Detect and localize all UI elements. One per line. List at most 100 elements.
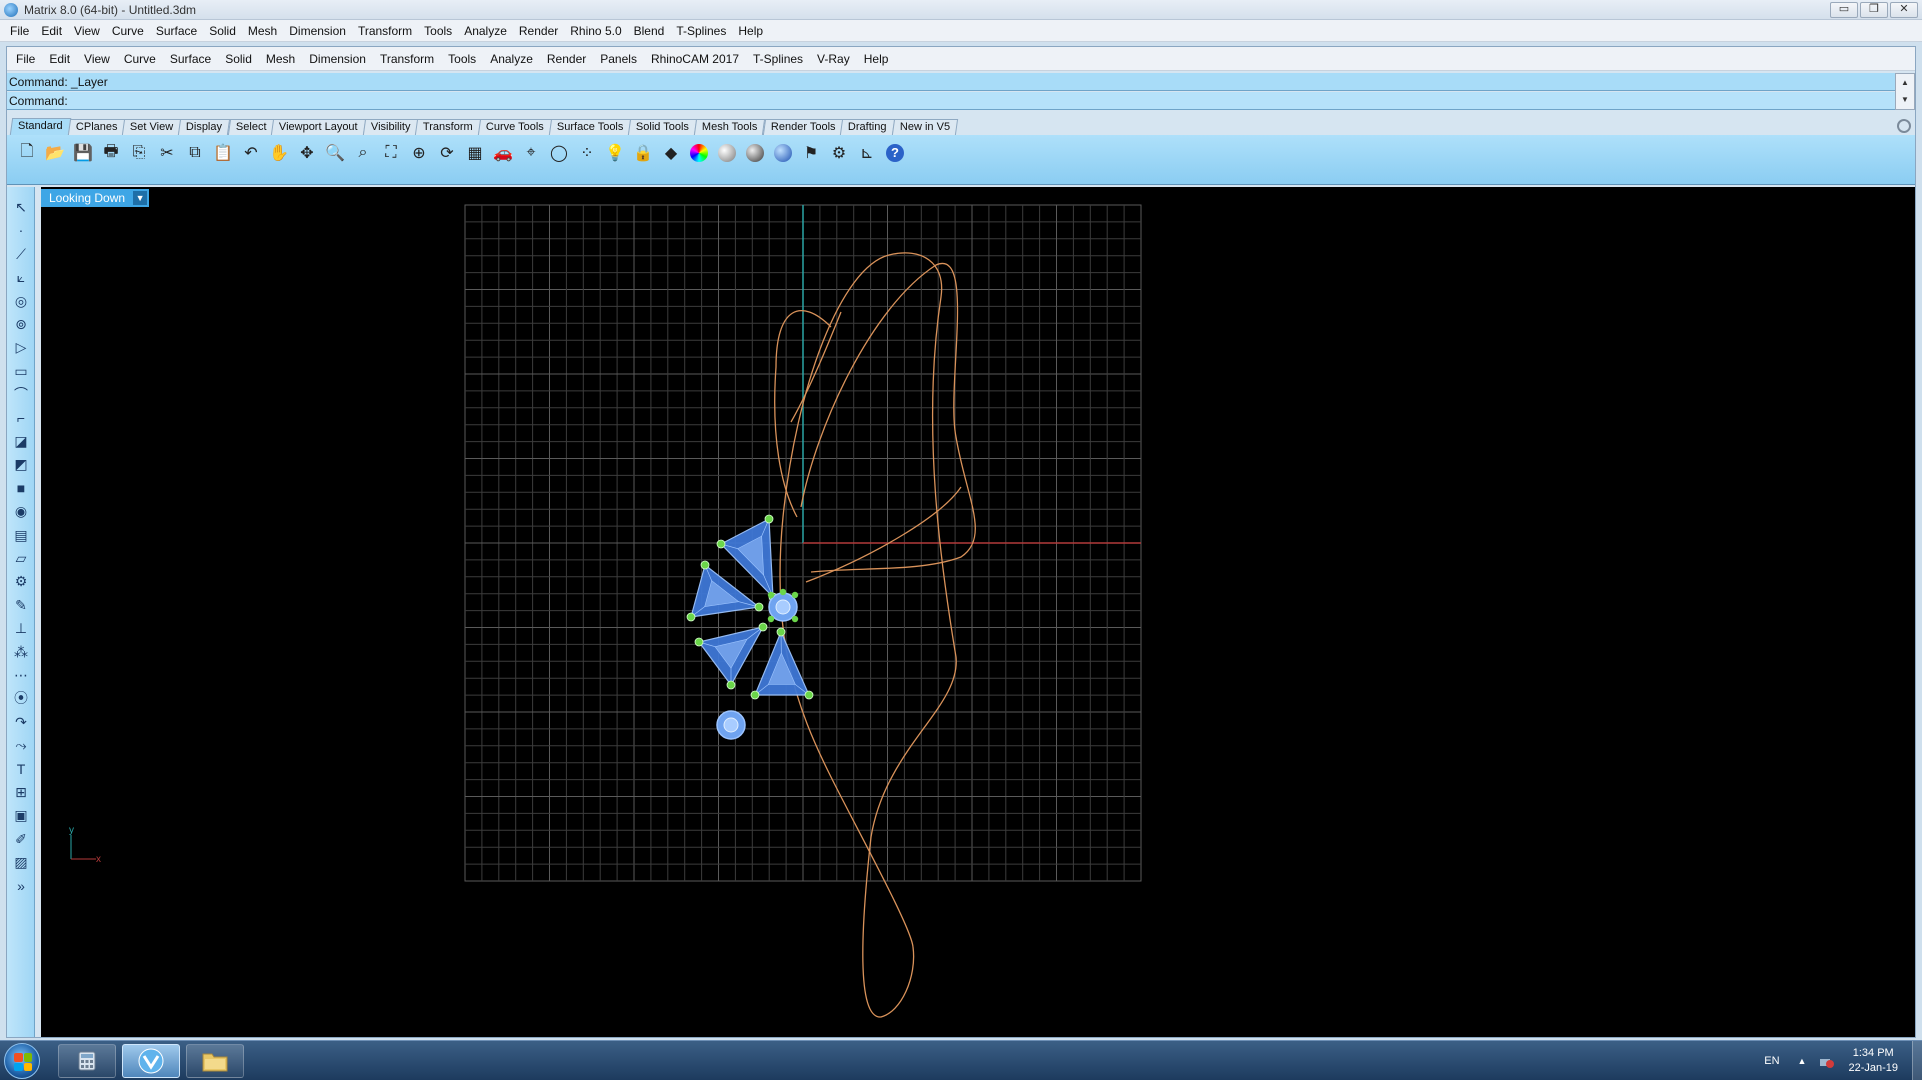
menu-blend[interactable]: Blend <box>628 20 671 42</box>
close-button[interactable]: ✕ <box>1890 2 1918 18</box>
tab-drafting[interactable]: Drafting <box>840 119 896 135</box>
tab-solid-tools[interactable]: Solid Tools <box>628 119 698 135</box>
rhino-menu-rhinocam-2017[interactable]: RhinoCAM 2017 <box>644 47 746 71</box>
menu-edit[interactable]: Edit <box>35 20 68 42</box>
tab-surface-tools[interactable]: Surface Tools <box>548 119 632 135</box>
gear-settings-icon[interactable]: ⚙ <box>827 141 851 165</box>
tab-new-in-v5[interactable]: New in V5 <box>891 119 959 135</box>
taskbar-folder[interactable] <box>186 1044 244 1078</box>
plane-icon[interactable]: ▱ <box>11 548 31 568</box>
new-file-icon[interactable]: 🗋 <box>15 141 39 165</box>
command-prompt-row[interactable]: Command: <box>7 92 1895 110</box>
rotate-icon[interactable]: ↷ <box>11 712 31 732</box>
menu-mesh[interactable]: Mesh <box>242 20 283 42</box>
rhino-menu-solid[interactable]: Solid <box>218 47 259 71</box>
point-icon[interactable]: · <box>11 220 31 240</box>
car-icon[interactable]: 🚗 <box>491 141 515 165</box>
menu-analyze[interactable]: Analyze <box>458 20 513 42</box>
point-cloud-icon[interactable]: ⦿ <box>11 688 31 708</box>
tab-viewport-layout[interactable]: Viewport Layout <box>270 119 366 135</box>
points-icon[interactable]: ⁘ <box>575 141 599 165</box>
menu-rhino-5-0[interactable]: Rhino 5.0 <box>564 20 627 42</box>
box-solid-icon[interactable]: ■ <box>11 478 31 498</box>
viewport-title[interactable]: Looking Down ▼ <box>41 189 150 207</box>
rhino-menu-analyze[interactable]: Analyze <box>483 47 540 71</box>
zoom-extents-icon[interactable]: ⛶ <box>379 141 403 165</box>
gumball-icon[interactable]: ⊞ <box>11 782 31 802</box>
taskbar-matrix-app[interactable] <box>122 1044 180 1078</box>
render-box-icon[interactable]: ▨ <box>11 852 31 872</box>
minimize-button[interactable]: ▭ <box>1830 2 1858 18</box>
tab-display[interactable]: Display <box>178 119 231 135</box>
copy-icon[interactable]: ⧉ <box>183 141 207 165</box>
viewport-dropdown-icon[interactable]: ▼ <box>133 191 148 205</box>
rhino-menu-curve[interactable]: Curve <box>117 47 163 71</box>
zoom-selected-icon[interactable]: ⊕ <box>407 141 431 165</box>
menu-help[interactable]: Help <box>732 20 769 42</box>
mesh-gear-icon[interactable]: ⚙ <box>11 571 31 591</box>
menu-transform[interactable]: Transform <box>352 20 418 42</box>
start-button[interactable] <box>4 1043 40 1079</box>
menu-surface[interactable]: Surface <box>150 20 203 42</box>
paste-icon[interactable]: 📋 <box>211 141 235 165</box>
tab-cplanes[interactable]: CPlanes <box>67 119 126 135</box>
tab-transform[interactable]: Transform <box>415 119 482 135</box>
select-arrow-icon[interactable]: ↖ <box>11 197 31 217</box>
group-icon[interactable]: ⁂ <box>11 642 31 662</box>
surface-corner-icon[interactable]: ◪ <box>11 431 31 451</box>
tab-set-view[interactable]: Set View <box>122 119 182 135</box>
tab-curve-tools[interactable]: Curve Tools <box>477 119 553 135</box>
clock[interactable]: 1:34 PM 22-Jan-19 <box>1848 1046 1898 1076</box>
flag-icon[interactable]: ⚑ <box>799 141 823 165</box>
network-icon[interactable] <box>1818 1053 1835 1069</box>
taskbar-file-explorer[interactable] <box>58 1044 116 1078</box>
rotate-view-icon[interactable]: ⟳ <box>435 141 459 165</box>
dimension-tool-icon[interactable]: ⊥ <box>11 618 31 638</box>
boolean-icon[interactable]: ◉ <box>11 501 31 521</box>
menu-dimension[interactable]: Dimension <box>283 20 352 42</box>
menu-solid[interactable]: Solid <box>203 20 242 42</box>
circle-icon[interactable]: ◯ <box>547 141 571 165</box>
rhino-menu-transform[interactable]: Transform <box>373 47 441 71</box>
move-icon[interactable]: ✥ <box>295 141 319 165</box>
show-hidden-icons-icon[interactable]: ▲ <box>1798 1056 1807 1066</box>
tab-mesh-tools[interactable]: Mesh Tools <box>694 119 766 135</box>
command-scrollbar[interactable]: ▲ ▼ <box>1895 73 1915 110</box>
arc-icon[interactable]: ⌒ <box>11 384 31 404</box>
curve-control-points-icon[interactable]: ⟀ <box>11 267 31 287</box>
surface-freeform-icon[interactable]: ◩ <box>11 454 31 474</box>
circle-icon[interactable]: ◎ <box>11 291 31 311</box>
top-viewport[interactable]: yx Looking Down ▼ <box>41 187 1915 1037</box>
help-icon[interactable]: ? <box>883 141 907 165</box>
menu-tools[interactable]: Tools <box>418 20 458 42</box>
extrude-icon[interactable]: ▤ <box>11 525 31 545</box>
scroll-up-icon[interactable]: ▲ <box>1896 74 1914 91</box>
layer-edit-icon[interactable]: ✐ <box>11 829 31 849</box>
rhino-menu-t-splines[interactable]: T-Splines <box>746 47 810 71</box>
tab-options-gear-icon[interactable] <box>1897 119 1911 133</box>
grid-view-icon[interactable]: ▦ <box>463 141 487 165</box>
rhino-menu-help[interactable]: Help <box>857 47 896 71</box>
undo-icon[interactable]: ↶ <box>239 141 263 165</box>
tab-select[interactable]: Select <box>227 119 275 135</box>
rhino-menu-mesh[interactable]: Mesh <box>259 47 302 71</box>
rhino-menu-dimension[interactable]: Dimension <box>302 47 373 71</box>
scroll-down-icon[interactable]: ▼ <box>1896 91 1914 108</box>
lock-icon[interactable]: 🔒 <box>631 141 655 165</box>
zoom-icon[interactable]: 🔍 <box>323 141 347 165</box>
block-icon[interactable]: ▣ <box>11 805 31 825</box>
window-title-bar[interactable]: Matrix 8.0 (64-bit) - Untitled.3dm ▭ ❐ ✕ <box>0 0 1922 20</box>
text-icon[interactable]: T <box>11 759 31 779</box>
menu-t-splines[interactable]: T-Splines <box>670 20 732 42</box>
tab-standard[interactable]: Standard <box>9 118 71 135</box>
rhino-menu-render[interactable]: Render <box>540 47 593 71</box>
cplane-icon[interactable]: ⌖ <box>519 141 543 165</box>
tab-visibility[interactable]: Visibility <box>362 119 419 135</box>
rhino-menu-v-ray[interactable]: V-Ray <box>810 47 857 71</box>
rhino-menu-panels[interactable]: Panels <box>593 47 644 71</box>
save-icon[interactable]: 💾 <box>71 141 95 165</box>
open-folder-icon[interactable]: 📂 <box>43 141 67 165</box>
restore-button[interactable]: ❐ <box>1860 2 1888 18</box>
light-bulb-icon[interactable]: 💡 <box>603 141 627 165</box>
cut-icon[interactable]: ✂ <box>155 141 179 165</box>
